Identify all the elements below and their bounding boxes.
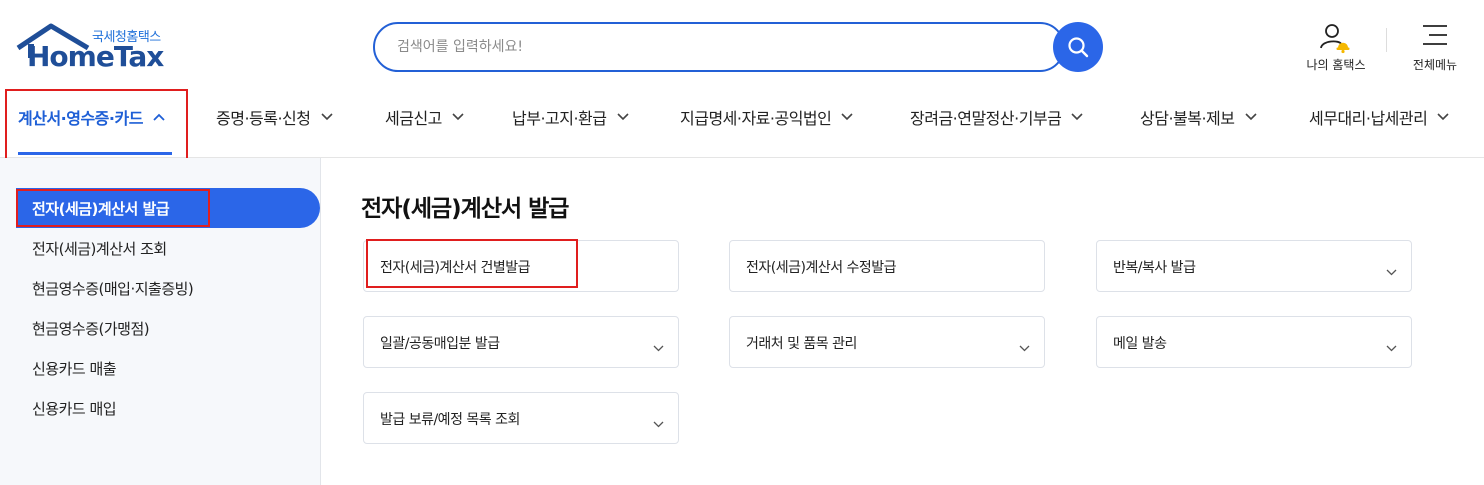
search-button[interactable]	[1053, 22, 1103, 72]
card-bulk-issue[interactable]: 일괄/공동매입분 발급	[363, 316, 679, 368]
search-bar	[373, 22, 1065, 72]
card-single-issue[interactable]: 전자(세금)계산서 건별발급	[363, 240, 679, 292]
all-menu-label: 전체메뉴	[1412, 58, 1458, 72]
chevron-up-icon	[153, 113, 165, 121]
side-nav-item-label: 전자(세금)계산서 발급	[32, 200, 170, 218]
search-icon	[1068, 37, 1089, 58]
card-send-mail[interactable]: 메일 발송	[1096, 316, 1412, 368]
chevron-down-icon	[1386, 261, 1397, 280]
logo-wordmark: HomeTax	[27, 40, 164, 73]
gnb-item-consult-appeal[interactable]: 상담·불복·제보	[1140, 88, 1257, 146]
chevron-down-icon	[653, 337, 664, 356]
chevron-down-icon	[653, 413, 664, 432]
my-hometax-button[interactable]: 나의 홈택스	[1296, 22, 1376, 74]
hometax-logo[interactable]: 국세청홈택스 HomeTax	[16, 22, 176, 74]
chevron-down-icon	[320, 113, 333, 121]
user-bell-icon	[1320, 24, 1350, 54]
side-nav: 전자(세금)계산서 발급 전자(세금)계산서 조회 현금영수증(매입·지출증빙)…	[0, 158, 321, 485]
side-nav-item-view-invoice[interactable]: 전자(세금)계산서 조회	[32, 238, 167, 259]
global-nav: 계산서·영수증·카드 증명·등록·신청 세금신고 납부·고지·환급 지급명세·자…	[0, 88, 1484, 158]
chevron-down-icon	[1437, 113, 1449, 121]
card-label: 거래처 및 품목 관리	[746, 336, 857, 352]
gnb-item-label: 세무대리·납세관리	[1309, 109, 1428, 128]
gnb-item-payment-statement[interactable]: 지급명세·자료·공익법인	[680, 88, 853, 146]
gnb-item-certificate-register[interactable]: 증명·등록·신청	[216, 88, 333, 146]
gnb-item-tax-return[interactable]: 세금신고	[385, 88, 464, 146]
side-nav-item-card-sales[interactable]: 신용카드 매출	[32, 358, 117, 379]
gnb-item-payment-refund[interactable]: 납부·고지·환급	[512, 88, 629, 146]
gnb-item-label: 지급명세·자료·공익법인	[680, 109, 832, 128]
my-hometax-label: 나의 홈택스	[1306, 58, 1366, 72]
card-label: 전자(세금)계산서 건별발급	[380, 260, 531, 276]
gnb-item-label: 세금신고	[385, 109, 442, 128]
gnb-item-label: 상담·불복·제보	[1140, 109, 1235, 128]
gnb-item-invoice-receipt-card[interactable]: 계산서·영수증·카드	[18, 88, 165, 146]
gnb-item-label: 장려금·연말정산·기부금	[910, 109, 1062, 128]
active-tab-indicator	[18, 152, 172, 155]
side-nav-item-card-purchase[interactable]: 신용카드 매입	[32, 398, 117, 419]
card-pending-list[interactable]: 발급 보류/예정 목록 조회	[363, 392, 679, 444]
chevron-down-icon	[452, 113, 464, 121]
card-repeat-copy-issue[interactable]: 반복/복사 발급	[1096, 240, 1412, 292]
gnb-item-tax-agent[interactable]: 세무대리·납세관리	[1309, 88, 1449, 146]
page-title: 전자(세금)계산서 발급	[361, 196, 569, 222]
chevron-down-icon	[616, 113, 629, 121]
card-amended-issue[interactable]: 전자(세금)계산서 수정발급	[729, 240, 1045, 292]
card-label: 메일 발송	[1113, 336, 1167, 352]
hamburger-menu-icon	[1423, 25, 1447, 45]
gnb-item-label: 납부·고지·환급	[512, 109, 607, 128]
gnb-item-label: 증명·등록·신청	[216, 109, 311, 128]
card-label: 발급 보류/예정 목록 조회	[380, 412, 520, 428]
card-partner-item-management[interactable]: 거래처 및 품목 관리	[729, 316, 1045, 368]
chevron-down-icon	[1386, 337, 1397, 356]
gnb-item-label: 계산서·영수증·카드	[18, 109, 143, 128]
side-nav-item-issue-invoice[interactable]: 전자(세금)계산서 발급	[16, 188, 320, 228]
card-label: 전자(세금)계산서 수정발급	[746, 260, 897, 276]
chevron-down-icon	[1071, 113, 1083, 121]
chevron-down-icon	[1019, 337, 1030, 356]
card-label: 반복/복사 발급	[1113, 260, 1196, 276]
gnb-item-incentive-yearend[interactable]: 장려금·연말정산·기부금	[910, 88, 1083, 146]
search-input[interactable]	[397, 24, 1037, 69]
header-divider	[1386, 28, 1387, 52]
all-menu-button[interactable]: 전체메뉴	[1400, 22, 1470, 74]
side-nav-item-cash-receipt-purchase[interactable]: 현금영수증(매입·지출증빙)	[32, 278, 194, 299]
side-nav-item-cash-receipt-merchant[interactable]: 현금영수증(가맹점)	[32, 318, 150, 339]
chevron-down-icon	[1244, 113, 1257, 121]
chevron-down-icon	[841, 113, 853, 121]
card-label: 일괄/공동매입분 발급	[380, 336, 500, 352]
